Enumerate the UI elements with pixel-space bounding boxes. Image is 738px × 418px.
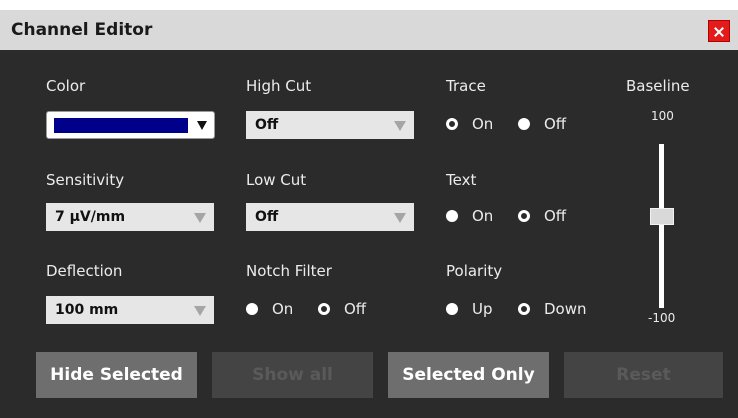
reset-button[interactable]: Reset bbox=[564, 352, 723, 398]
high-cut-label: High Cut bbox=[246, 77, 312, 95]
show-all-button[interactable]: Show all bbox=[212, 352, 373, 398]
title-bar: Channel Editor bbox=[0, 10, 738, 50]
baseline-slider-track[interactable] bbox=[659, 144, 664, 308]
text-label: Text bbox=[446, 171, 477, 189]
deflection-label: Deflection bbox=[46, 262, 123, 280]
chevron-down-icon bbox=[394, 121, 406, 131]
chevron-down-icon bbox=[197, 121, 207, 130]
deflection-value: 100 mm bbox=[55, 302, 119, 318]
radio-dot bbox=[446, 303, 458, 315]
trace-on-label: On bbox=[472, 115, 494, 133]
notch-filter-off-label: Off bbox=[344, 300, 367, 318]
radio-dot bbox=[318, 303, 330, 315]
baseline-max-label: 100 bbox=[651, 109, 674, 123]
chevron-down-icon bbox=[194, 306, 206, 316]
low-cut-label: Low Cut bbox=[246, 171, 307, 189]
text-off-label: Off bbox=[544, 207, 567, 225]
trace-off-label: Off bbox=[544, 115, 567, 133]
radio-dot bbox=[446, 210, 458, 222]
chevron-down-icon bbox=[194, 213, 206, 223]
notch-filter-on-label: On bbox=[272, 300, 294, 318]
color-select[interactable] bbox=[46, 111, 215, 139]
color-label: Color bbox=[46, 77, 86, 95]
radio-dot bbox=[518, 210, 530, 222]
top-strip bbox=[0, 0, 738, 10]
selected-only-button[interactable]: Selected Only bbox=[388, 352, 549, 398]
close-icon[interactable] bbox=[708, 20, 730, 42]
color-swatch bbox=[54, 118, 188, 133]
high-cut-select[interactable]: Off bbox=[246, 111, 414, 139]
chevron-down-icon bbox=[394, 213, 406, 223]
baseline-min-label: -100 bbox=[648, 311, 676, 325]
window-title: Channel Editor bbox=[11, 20, 153, 40]
sensitivity-select[interactable]: 7 μV/mm bbox=[46, 203, 214, 231]
sensitivity-label: Sensitivity bbox=[46, 171, 125, 189]
polarity-up-label: Up bbox=[472, 300, 493, 318]
low-cut-value: Off bbox=[255, 209, 279, 225]
baseline-label: Baseline bbox=[626, 77, 690, 95]
radio-dot bbox=[518, 303, 530, 315]
channel-editor-window: Channel Editor Color Sensitivity 7 μV/mm… bbox=[0, 10, 738, 418]
radio-dot bbox=[246, 303, 258, 315]
baseline-slider-thumb[interactable] bbox=[650, 208, 674, 225]
radio-dot bbox=[446, 118, 458, 130]
notch-filter-label: Notch Filter bbox=[246, 262, 332, 280]
text-on-label: On bbox=[472, 207, 494, 225]
hide-selected-button[interactable]: Hide Selected bbox=[36, 352, 197, 398]
radio-dot bbox=[518, 118, 530, 130]
high-cut-value: Off bbox=[255, 117, 279, 133]
polarity-down-label: Down bbox=[544, 300, 587, 318]
sensitivity-value: 7 μV/mm bbox=[55, 209, 126, 225]
trace-label: Trace bbox=[446, 77, 486, 95]
polarity-label: Polarity bbox=[446, 262, 503, 280]
deflection-select[interactable]: 100 mm bbox=[46, 296, 214, 324]
low-cut-select[interactable]: Off bbox=[246, 203, 414, 231]
